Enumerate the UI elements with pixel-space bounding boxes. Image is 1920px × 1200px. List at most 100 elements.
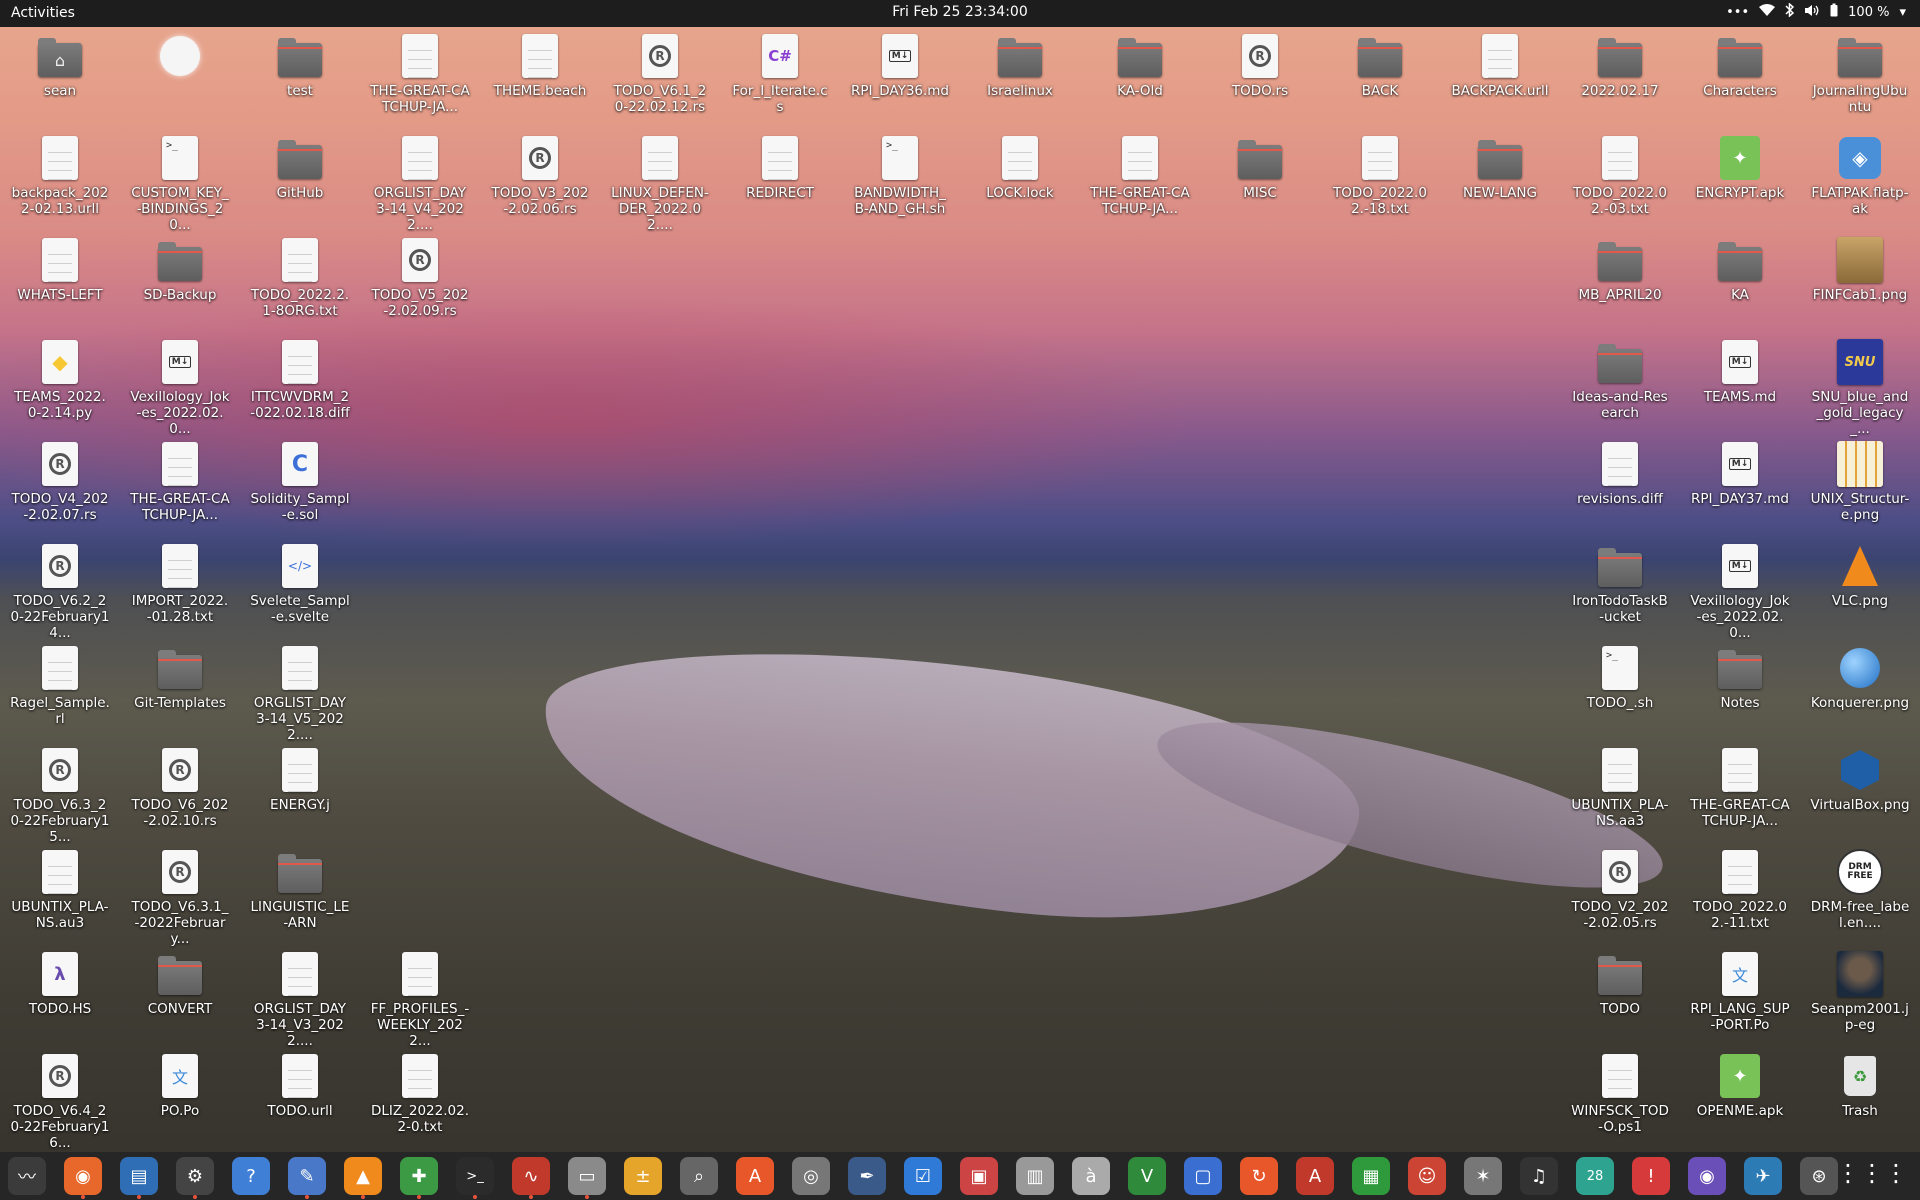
- terminal-icon[interactable]: >_: [456, 1157, 494, 1199]
- desktop-icon[interactable]: VirtualBox.png: [1810, 747, 1910, 813]
- workspaces-icon[interactable]: ▢: [1184, 1157, 1222, 1195]
- desktop-icon[interactable]: Characters: [1690, 33, 1790, 99]
- desktop-icon[interactable]: UBUNTIX_PLA-NS.au3: [10, 849, 110, 931]
- desktop-icon[interactable]: C# For_I_Iterate.cs: [730, 33, 830, 115]
- desktop-icon[interactable]: VLC.png: [1810, 543, 1910, 609]
- desktop-icon[interactable]: R TODO_V5_202-2.02.09.rs: [370, 237, 470, 319]
- software-center-icon[interactable]: A: [736, 1157, 774, 1195]
- desktop-icon[interactable]: ✦ ENCRYPT.apk: [1690, 135, 1790, 201]
- desktop-icon[interactable]: Notes: [1690, 645, 1790, 711]
- desktop-icon[interactable]: FF_PROFILES_-WEEKLY_2022...: [370, 951, 470, 1049]
- desktop-icon[interactable]: C Solidity_Sampl-e.sol: [250, 441, 350, 523]
- gedit-icon[interactable]: ✎: [288, 1157, 326, 1199]
- desktop-icon[interactable]: JournalingUbuntu: [1810, 33, 1910, 115]
- spreadsheet-icon[interactable]: ▦: [1352, 1157, 1390, 1195]
- image-viewer-icon[interactable]: ⌕: [680, 1157, 718, 1195]
- music-icon[interactable]: ♫: [1520, 1157, 1558, 1195]
- desktop-icon[interactable]: GitHub: [250, 135, 350, 201]
- firefox-icon[interactable]: ◉: [64, 1157, 102, 1199]
- desktop-icon[interactable]: KA-Old: [1090, 33, 1190, 99]
- desktop-icon[interactable]: backpack_2022-02.13.urll: [10, 135, 110, 217]
- desktop-icon[interactable]: M↓ RPI_DAY37.md: [1690, 441, 1790, 507]
- gnome-icon[interactable]: ✈: [1744, 1157, 1782, 1195]
- desktop-icon[interactable]: R TODO_V6.4_20-22February16...: [10, 1053, 110, 1151]
- desktop-icon[interactable]: R TODO_V4_202-2.02.07.rs: [10, 441, 110, 523]
- character-map-icon[interactable]: à: [1072, 1157, 1110, 1195]
- camera-icon[interactable]: ◉: [1688, 1157, 1726, 1195]
- system-status-area[interactable]: ••• 100 % ▾: [1726, 2, 1906, 21]
- desktop-icon[interactable]: Israelinux: [970, 33, 1070, 99]
- settings-icon[interactable]: ⚙: [176, 1157, 214, 1199]
- desktop-icon[interactable]: [130, 33, 230, 83]
- desktop-icon[interactable]: Seanpm2001.jp-eg: [1810, 951, 1910, 1033]
- inkscape-icon[interactable]: ✒: [848, 1157, 886, 1195]
- desktop-icon[interactable]: IronTodoTaskB-ucket: [1570, 543, 1670, 625]
- alert-icon[interactable]: !: [1632, 1157, 1670, 1195]
- desktop-icon[interactable]: IMPORT_2022.-01.28.txt: [130, 543, 230, 625]
- desktop-icon[interactable]: λ TODO.HS: [10, 951, 110, 1017]
- desktop-icon[interactable]: ORGLIST_DAY3-14_V5_2022....: [250, 645, 350, 743]
- desktop-icon[interactable]: TODO_2022.2.1-8ORG.txt: [250, 237, 350, 319]
- desktop-icon[interactable]: THE-GREAT-CATCHUP-JA...: [1090, 135, 1190, 217]
- desktop-icon[interactable]: 2022.02.17: [1570, 33, 1670, 99]
- desktop-icon[interactable]: R TODO.rs: [1210, 33, 1310, 99]
- desktop-icon[interactable]: LINGUISTIC_LE-ARN: [250, 849, 350, 931]
- desktop-icon[interactable]: TODO_2022.02.-03.txt: [1570, 135, 1670, 217]
- desktop-icon[interactable]: TODO_2022.02.-18.txt: [1330, 135, 1430, 217]
- text-editor-icon[interactable]: ▤: [120, 1157, 158, 1199]
- desktop-icon[interactable]: M↓ TEAMS.md: [1690, 339, 1790, 405]
- desktop-icon[interactable]: R TODO_V6.2_20-22February14...: [10, 543, 110, 641]
- desktop-icon[interactable]: R TODO_V6_202-2.02.10.rs: [130, 747, 230, 829]
- desktop-icon[interactable]: M↓ RPI_DAY36.md: [850, 33, 950, 99]
- desktop-icon[interactable]: </> Svelete_Sampl-e.svelte: [250, 543, 350, 625]
- desktop-icon[interactable]: >_ CUSTOM_KEY_-BINDINGS_20...: [130, 135, 230, 233]
- desktop-icon[interactable]: BACK: [1330, 33, 1430, 99]
- desktop-icon[interactable]: ✦ OPENME.apk: [1690, 1053, 1790, 1119]
- disc-icon[interactable]: ◎: [792, 1157, 830, 1195]
- todo-icon[interactable]: ☑: [904, 1157, 942, 1195]
- desktop-icon[interactable]: Ragel_Sample.rl: [10, 645, 110, 727]
- system-monitor-icon[interactable]: 〰: [8, 1157, 46, 1195]
- pdf-viewer-icon[interactable]: A: [1296, 1157, 1334, 1195]
- desktop-icon[interactable]: ORGLIST_DAY3-14_V3_2022....: [250, 951, 350, 1049]
- desktop-icon[interactable]: >_ BANDWIDTH_B-AND_GH.sh: [850, 135, 950, 217]
- help-icon[interactable]: ?: [232, 1157, 270, 1195]
- desktop-icon[interactable]: ◆ TEAMS_2022.0-2.14.py: [10, 339, 110, 421]
- desktop-icon[interactable]: ⌂ sean: [10, 33, 110, 99]
- desktop-icon[interactable]: NEW-LANG: [1450, 135, 1550, 201]
- game-character-icon[interactable]: ☺: [1408, 1157, 1446, 1195]
- files-icon[interactable]: ▭: [568, 1157, 606, 1199]
- desktop-icon[interactable]: M↓ Vexillology_Jok-es_2022.02.0...: [1690, 543, 1790, 641]
- show-applications-button[interactable]: ⋮⋮⋮: [1836, 1159, 1908, 1187]
- desktop-icon[interactable]: KA: [1690, 237, 1790, 303]
- activities-button[interactable]: Activities: [11, 5, 75, 21]
- desktop-icon[interactable]: MISC: [1210, 135, 1310, 201]
- desktop-icon[interactable]: ◈ FLATPAK.flatp-ak: [1810, 135, 1910, 217]
- desktop-icon[interactable]: R TODO_V6.1_20-22.02.12.rs: [610, 33, 710, 115]
- desktop-icon[interactable]: DLIZ_2022.02.2-0.txt: [370, 1053, 470, 1135]
- desktop-icon[interactable]: ITTCWVDRM_2-022.02.18.diff: [250, 339, 350, 421]
- desktop-icon[interactable]: Ideas-and-Research: [1570, 339, 1670, 421]
- update-icon[interactable]: ↻: [1240, 1157, 1278, 1195]
- desktop-icon[interactable]: TODO: [1570, 951, 1670, 1017]
- clock[interactable]: Fri Feb 25 23:34:00: [0, 4, 1920, 20]
- desktop-icon[interactable]: UNIX_Structur-e.png: [1810, 441, 1910, 523]
- desktop-icon[interactable]: revisions.diff: [1570, 441, 1670, 507]
- desktop-icon[interactable]: LOCK.lock: [970, 135, 1070, 201]
- screenshot-icon[interactable]: ▣: [960, 1157, 998, 1195]
- desktop-icon[interactable]: REDIRECT: [730, 135, 830, 201]
- desktop-icon[interactable]: SD-Backup: [130, 237, 230, 303]
- desktop-icon[interactable]: 文 PO.Po: [130, 1053, 230, 1119]
- desktop-icon[interactable]: ENERGY.j: [250, 747, 350, 813]
- vlc-icon[interactable]: ▲: [344, 1157, 382, 1199]
- waveform-icon[interactable]: ∿: [512, 1157, 550, 1199]
- desktop-icon[interactable]: TODO_2022.02.-11.txt: [1690, 849, 1790, 931]
- desktop-icon[interactable]: test: [250, 33, 350, 99]
- desktop-icon[interactable]: THE-GREAT-CATCHUP-JA...: [130, 441, 230, 523]
- desktop-icon[interactable]: SNU SNU_blue_and_gold_legacy_...: [1810, 339, 1910, 437]
- desktop-icon[interactable]: R TODO_V6.3.1_-2022February...: [130, 849, 230, 947]
- desktop-icon[interactable]: UBUNTIX_PLA-NS.aa3: [1570, 747, 1670, 829]
- chevron-down-icon[interactable]: ▾: [1899, 5, 1906, 20]
- desktop-icon[interactable]: TODO.urll: [250, 1053, 350, 1119]
- desktop-icon[interactable]: >_ TODO_.sh: [1570, 645, 1670, 711]
